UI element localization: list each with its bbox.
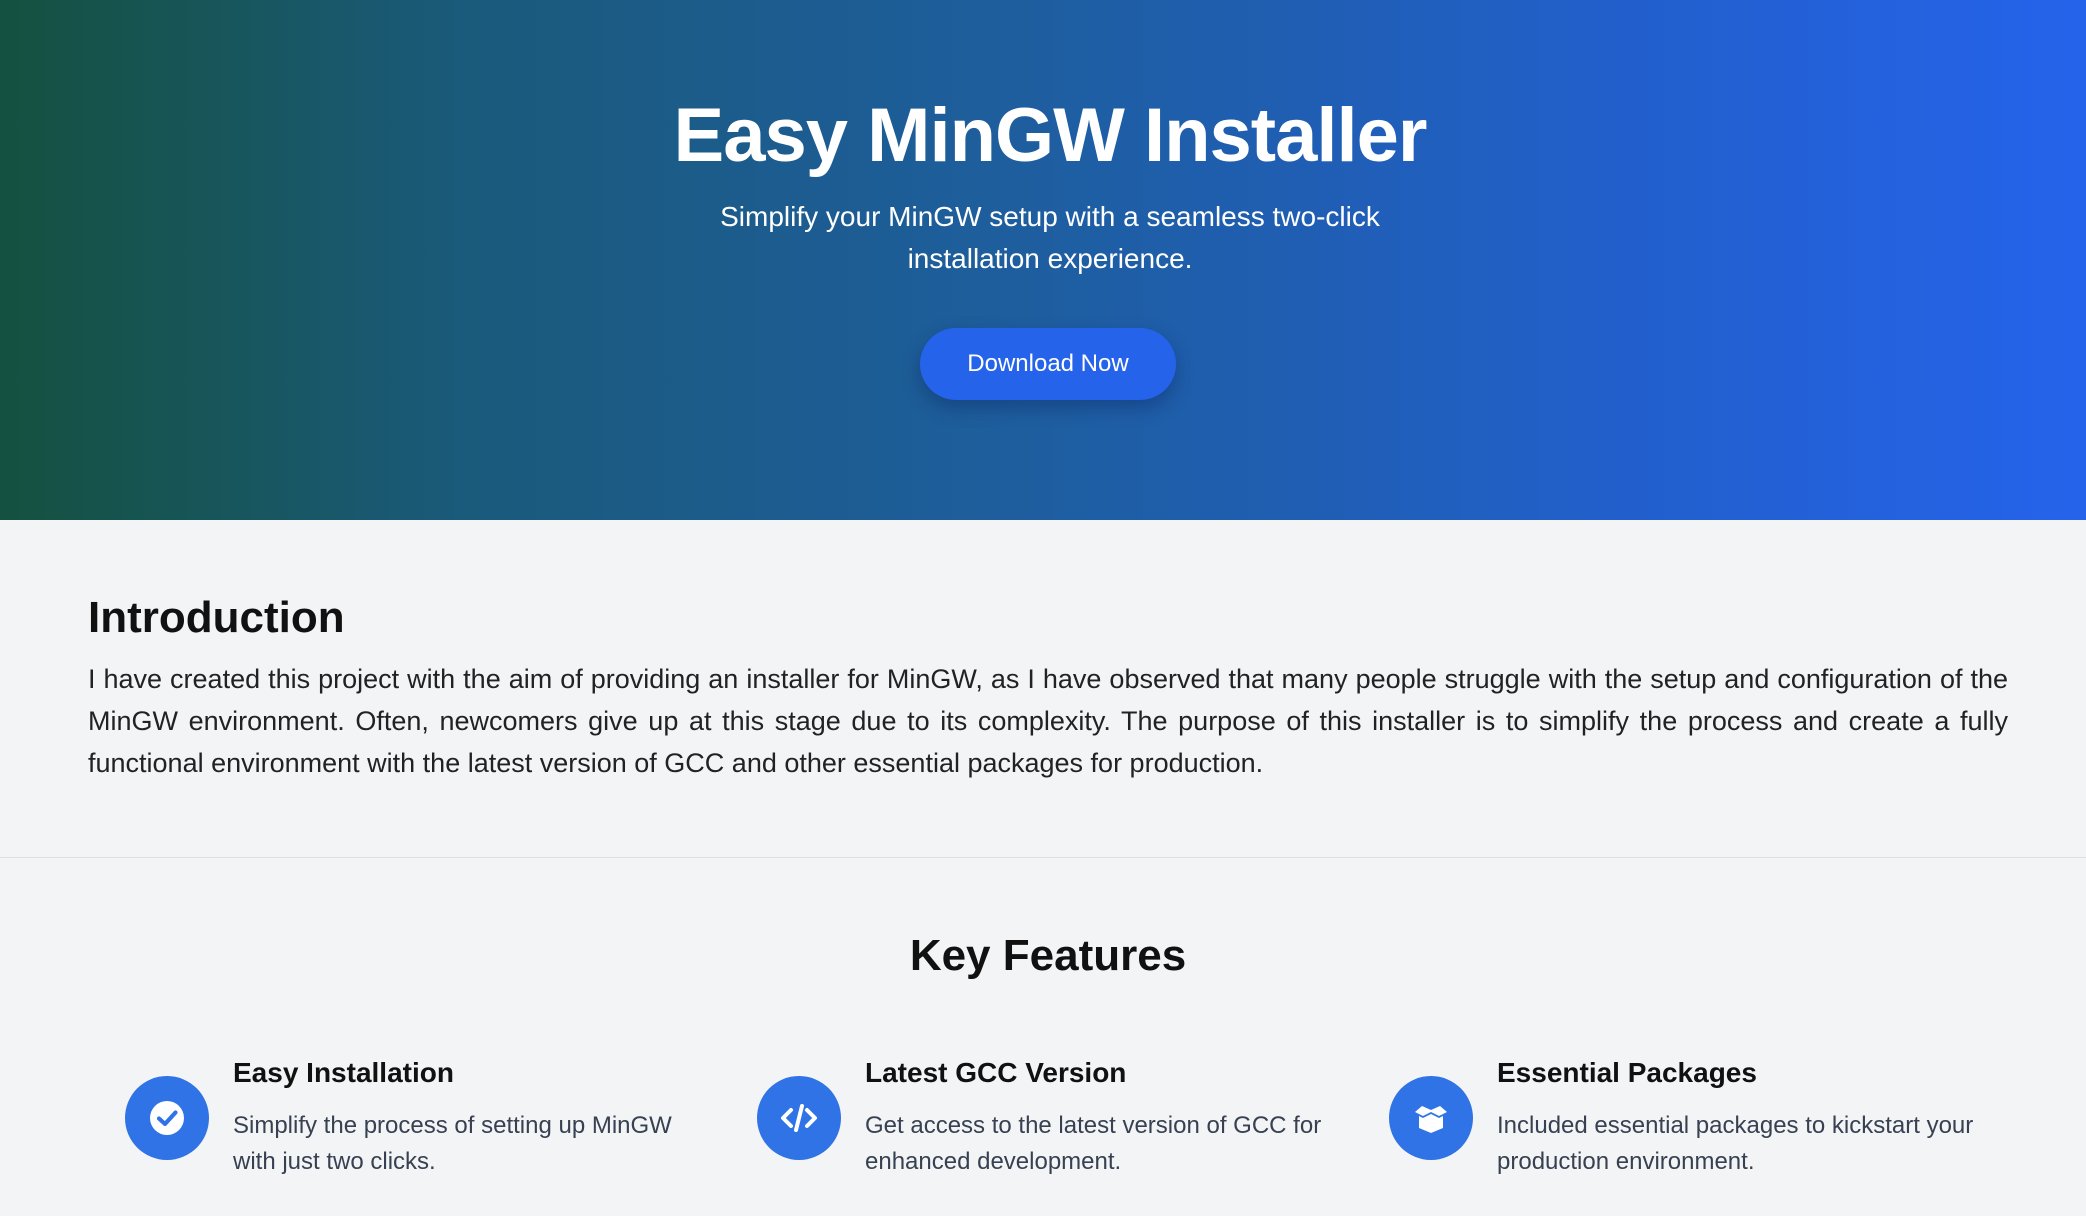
introduction-text: I have created this project with the aim… bbox=[88, 664, 2008, 778]
hero-subtitle: Simplify your MinGW setup with a seamles… bbox=[720, 201, 1380, 274]
key-features-heading: Key Features bbox=[909, 931, 1187, 980]
feature-description: Get access to the latest version of GCC … bbox=[865, 1112, 1322, 1175]
feature-easy-installation: Easy Installation Simplify the process o… bbox=[125, 1052, 725, 1182]
feature-latest-gcc-version: Latest GCC Version Get access to the lat… bbox=[757, 1052, 1357, 1182]
download-now-button[interactable]: Download Now bbox=[920, 328, 1176, 400]
feature-title: Easy Installation bbox=[233, 1057, 454, 1088]
code-icon bbox=[757, 1076, 841, 1160]
feature-essential-packages: Essential Packages Included essential pa… bbox=[1389, 1052, 1989, 1182]
feature-title: Essential Packages bbox=[1497, 1057, 1757, 1088]
hero-section: Easy MinGW Installer Simplify your MinGW… bbox=[0, 0, 2086, 520]
feature-title: Latest GCC Version bbox=[865, 1057, 1127, 1088]
feature-description: Simplify the process of setting up MinGW… bbox=[233, 1112, 672, 1175]
hero-title: Easy MinGW Installer bbox=[673, 93, 1428, 178]
box-open-icon bbox=[1389, 1076, 1473, 1160]
introduction-section: Introduction I have created this project… bbox=[0, 520, 2086, 858]
feature-description: Included essential packages to kickstart… bbox=[1497, 1112, 1974, 1175]
introduction-heading: Introduction bbox=[88, 593, 345, 642]
check-circle-icon bbox=[125, 1076, 209, 1160]
